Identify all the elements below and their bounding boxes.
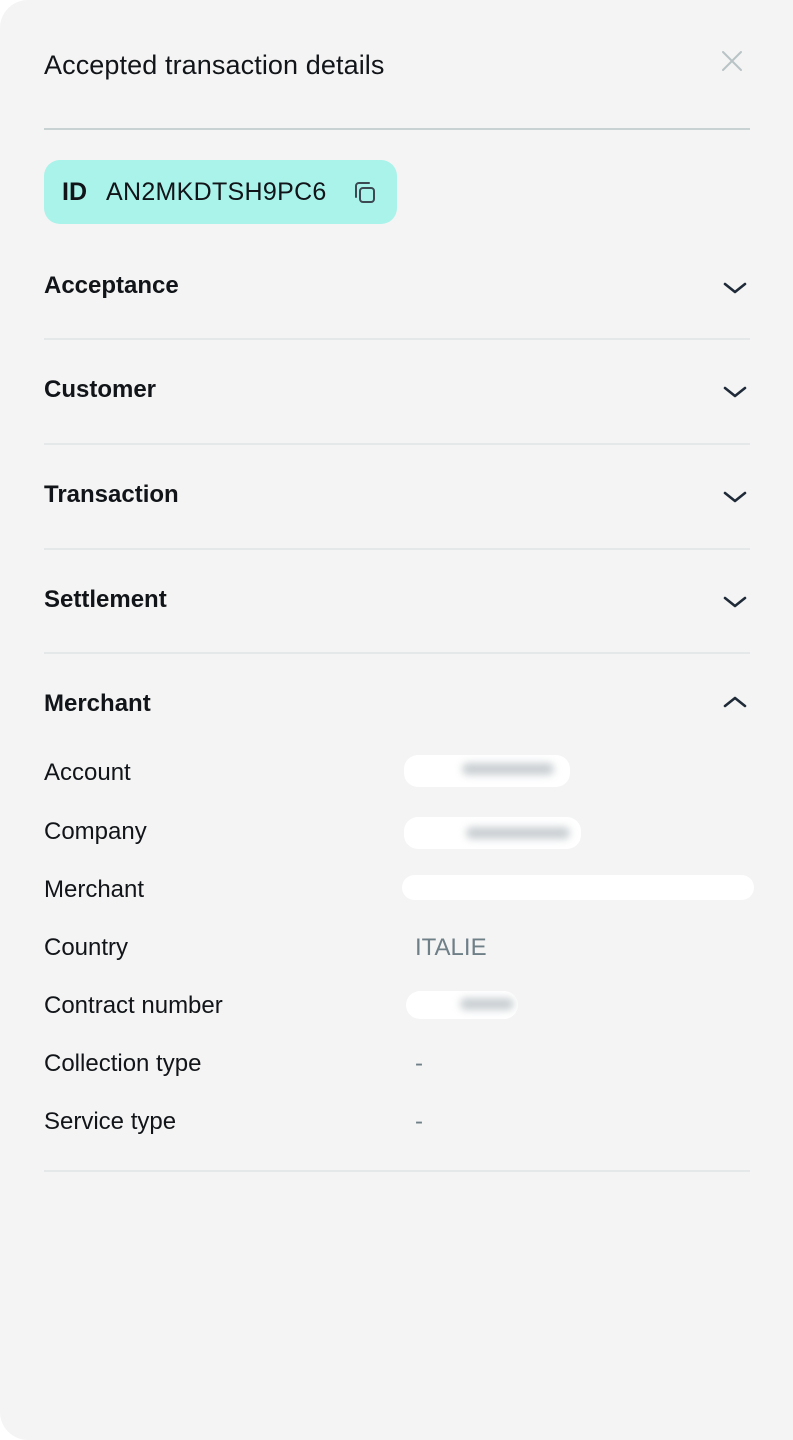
section-acceptance[interactable]: Acceptance — [44, 256, 750, 338]
section-acceptance-header[interactable]: Acceptance — [44, 256, 750, 338]
merchant-country-label: Country — [44, 934, 129, 961]
section-title: Merchant — [44, 690, 151, 717]
section-settlement[interactable]: Settlement — [44, 550, 750, 653]
section-settlement-header[interactable]: Settlement — [44, 550, 750, 653]
transaction-id-chip: ID AN2MKDTSH9PC6 — [44, 160, 397, 224]
section-transaction-header[interactable]: Transaction — [44, 445, 750, 548]
merchant-contract-number-label: Contract number — [44, 992, 223, 1019]
copy-id-button[interactable] — [350, 178, 380, 208]
section-customer-header[interactable]: Customer — [44, 340, 750, 443]
merchant-service-type-value: - — [415, 1108, 423, 1135]
section-title: Settlement — [44, 586, 167, 613]
close-icon — [722, 51, 742, 71]
transaction-details-panel: Accepted transaction details ID AN2MKDTS… — [0, 0, 793, 1440]
id-label: ID — [62, 178, 87, 206]
section-merchant-header[interactable]: Merchant — [44, 654, 750, 754]
merchant-merchant-value-redacted — [402, 875, 754, 900]
section-customer[interactable]: Customer — [44, 340, 750, 443]
chevron-down-icon — [723, 282, 747, 294]
section-merchant[interactable]: Merchant — [44, 654, 750, 754]
merchant-account-value-redacted — [404, 755, 570, 787]
section-title: Customer — [44, 376, 157, 403]
panel-header: Accepted transaction details — [44, 44, 750, 130]
merchant-country-value: ITALIE — [415, 934, 487, 961]
chevron-down-icon — [723, 386, 747, 398]
merchant-company-value-redacted — [404, 817, 581, 849]
chevron-down-icon — [723, 491, 747, 503]
section-divider — [44, 1170, 750, 1172]
close-button[interactable] — [714, 44, 750, 80]
chevron-up-icon — [723, 696, 747, 708]
merchant-contract-number-value-redacted — [406, 991, 518, 1019]
section-transaction[interactable]: Transaction — [44, 445, 750, 548]
section-title: Acceptance — [44, 272, 179, 299]
merchant-account-label: Account — [44, 759, 131, 786]
merchant-service-type-label: Service type — [44, 1108, 177, 1135]
merchant-collection-type-value: - — [415, 1050, 423, 1077]
copy-icon — [355, 182, 375, 203]
panel-title: Accepted transaction details — [44, 50, 385, 80]
section-title: Transaction — [44, 481, 179, 508]
merchant-collection-type-label: Collection type — [44, 1050, 202, 1077]
transaction-id-value: AN2MKDTSH9PC6 — [106, 178, 327, 206]
chevron-down-icon — [723, 596, 747, 608]
merchant-merchant-label: Merchant — [44, 876, 145, 903]
merchant-company-label: Company — [44, 818, 147, 845]
